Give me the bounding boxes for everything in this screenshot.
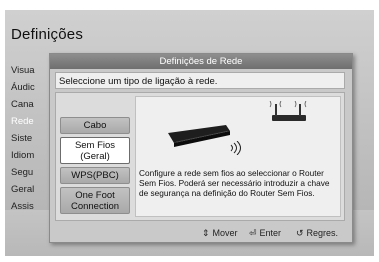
option-cable-label: Cabo [83, 120, 107, 131]
wireless-router-icon [269, 101, 307, 121]
return-icon: ↺ [296, 228, 304, 238]
hint-enter: ⏎ Enter [249, 225, 281, 242]
option-info-panel: Configure a rede sem fios ao seleccionar… [135, 96, 341, 217]
blu-ray-player-icon [168, 125, 230, 147]
hint-move: ⇕ Mover [202, 225, 238, 242]
settings-title: Definições [11, 26, 84, 43]
dialog-footer: ⇕ Mover ⏎ Enter ↺ Regres. [50, 225, 352, 242]
option-wps-label: WPS(PBC) [71, 170, 119, 181]
dialog-prompt: Seleccione um tipo de ligação à rede. [55, 72, 345, 89]
dialog-title: Definições de Rede [50, 54, 352, 69]
updown-arrows-icon: ⇕ [202, 228, 210, 238]
option-description: Configure a rede sem fios ao seleccionar… [139, 168, 330, 198]
hint-move-label: Mover [212, 228, 238, 238]
tv-screen: Definições Visua Áudic Cana Rede Siste I… [5, 10, 374, 256]
enter-icon: ⏎ [249, 228, 257, 238]
connection-type-options: Cabo Sem Fios (Geral) WPS(PBC) One Foot … [60, 117, 130, 217]
network-settings-dialog: Definições de Rede Seleccione um tipo de… [49, 53, 353, 243]
option-wireless-label: Sem Fios (Geral) [74, 140, 116, 162]
option-wireless-general[interactable]: Sem Fios (Geral) [60, 137, 130, 164]
option-cable[interactable]: Cabo [60, 117, 130, 134]
option-wps-pbc[interactable]: WPS(PBC) [60, 167, 130, 184]
wifi-signal-icon [230, 141, 241, 155]
option-one-foot-connection[interactable]: One Foot Connection [60, 187, 130, 214]
option-one-foot-label: One Foot Connection [70, 190, 120, 212]
hint-return-label: Regres. [306, 228, 339, 238]
hint-return: ↺ Regres. [296, 225, 338, 242]
hint-enter-label: Enter [259, 228, 282, 238]
dialog-content: Cabo Sem Fios (Geral) WPS(PBC) One Foot … [55, 92, 345, 221]
